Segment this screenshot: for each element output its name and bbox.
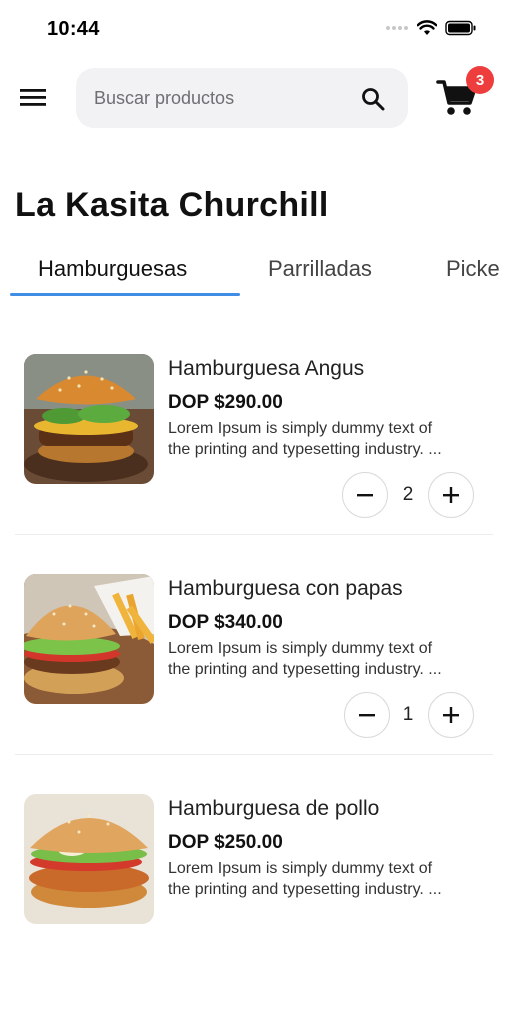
tab-parrilladas[interactable]: Parrilladas: [268, 256, 372, 282]
product-description: Lorem Ipsum is simply dummy text of the …: [168, 638, 480, 680]
battery-icon: [445, 20, 476, 36]
plus-icon: [443, 707, 459, 723]
active-tab-indicator: [10, 293, 240, 296]
product-item[interactable]: Hamburguesa con papas DOP $340.00 Lorem …: [0, 574, 507, 794]
minus-icon: [357, 494, 373, 497]
search-icon[interactable]: [360, 86, 386, 112]
product-description-line: the printing and typesetting industry. .…: [168, 441, 442, 458]
decrement-button[interactable]: [342, 472, 388, 518]
top-bar: 3: [0, 66, 507, 130]
product-image: [24, 574, 154, 704]
product-description-line: Lorem Ipsum is simply dummy text of: [168, 420, 433, 437]
product-image: [24, 794, 154, 924]
product-price: DOP $340.00: [168, 612, 283, 633]
status-time: 10:44: [47, 18, 100, 40]
product-name: Hamburguesa Angus: [168, 357, 365, 380]
product-description-line: Lorem Ipsum is simply dummy text of: [168, 860, 433, 877]
product-price: DOP $250.00: [168, 832, 283, 853]
wifi-icon: [417, 20, 437, 35]
product-description-line: the printing and typesetting industry. .…: [168, 881, 442, 898]
plus-icon: [443, 487, 459, 503]
divider: [15, 534, 493, 535]
decrement-button[interactable]: [344, 692, 390, 738]
tab-hamburguesas[interactable]: Hamburguesas: [38, 256, 187, 282]
minus-icon: [359, 714, 375, 717]
status-bar: 10:44: [0, 0, 507, 58]
product-image: [24, 354, 154, 484]
signal-dots-icon: [386, 26, 408, 30]
hamburger-menu-icon[interactable]: [18, 84, 48, 110]
product-description: Lorem Ipsum is simply dummy text of the …: [168, 418, 480, 460]
increment-button[interactable]: [428, 472, 474, 518]
store-title: La Kasita Churchill: [15, 186, 329, 224]
product-item[interactable]: Hamburguesa de pollo DOP $250.00 Lorem I…: [0, 794, 507, 1014]
category-tabs: Hamburguesas Parrilladas Picke: [0, 240, 507, 300]
quantity-value: 1: [402, 704, 414, 725]
cart-badge: 3: [466, 66, 494, 94]
product-price: DOP $290.00: [168, 392, 283, 413]
product-name: Hamburguesa con papas: [168, 577, 403, 600]
product-description: Lorem Ipsum is simply dummy text of the …: [168, 858, 480, 900]
search-bar[interactable]: [76, 68, 408, 128]
product-item[interactable]: Hamburguesa Angus DOP $290.00 Lorem Ipsu…: [0, 354, 507, 574]
product-description-line: the printing and typesetting industry. .…: [168, 661, 442, 678]
product-name: Hamburguesa de pollo: [168, 797, 380, 820]
divider: [15, 754, 493, 755]
tab-picke[interactable]: Picke: [446, 256, 500, 282]
status-icons: [385, 20, 477, 36]
increment-button[interactable]: [428, 692, 474, 738]
quantity-value: 2: [402, 484, 414, 505]
product-description-line: Lorem Ipsum is simply dummy text of: [168, 640, 433, 657]
search-input[interactable]: [94, 68, 344, 128]
